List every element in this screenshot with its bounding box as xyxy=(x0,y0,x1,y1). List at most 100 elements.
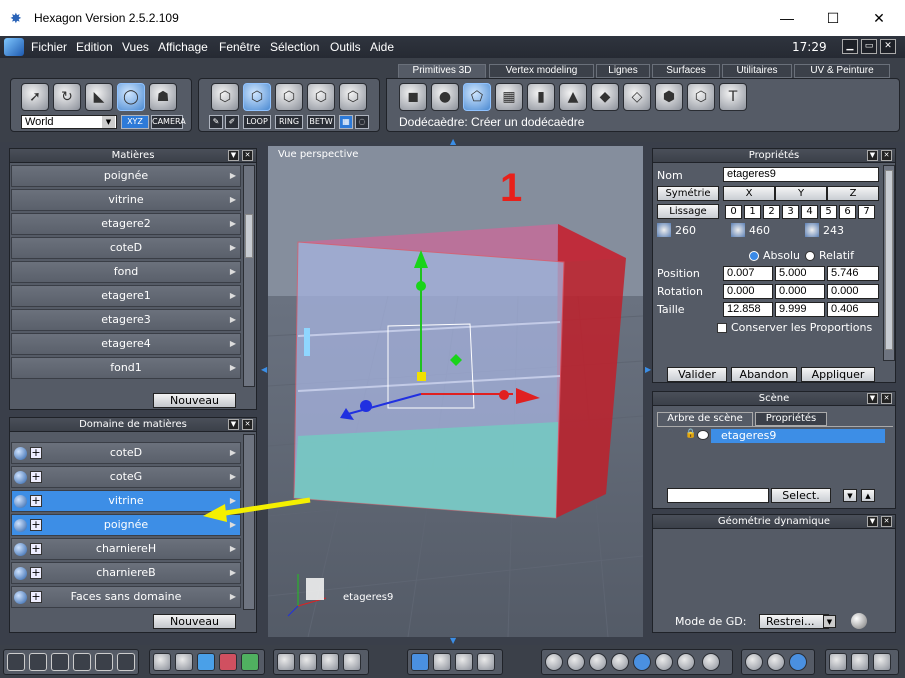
octahedron-primitive-icon[interactable]: ◇ xyxy=(623,83,651,111)
symetrie-button[interactable]: Symétrie xyxy=(657,186,719,201)
expand-arrow-icon[interactable]: ▶ xyxy=(230,286,236,306)
material-sphere-icon[interactable] xyxy=(14,447,27,460)
menu-fenetre[interactable]: Fenêtre xyxy=(219,40,260,54)
proprietes-scrollbar[interactable] xyxy=(883,165,895,361)
valider-button[interactable]: Valider xyxy=(667,367,727,382)
menu-vues[interactable]: Vues xyxy=(122,40,149,54)
expand-arrow-icon[interactable]: ▶ xyxy=(230,214,236,234)
minimize-button[interactable]: — xyxy=(764,0,810,36)
axis-icon[interactable] xyxy=(411,653,429,671)
matiere-item[interactable]: etagere2 ▶ xyxy=(11,213,241,235)
tab-uv-peinture[interactable]: UV & Peinture xyxy=(794,64,890,78)
cone-tool-icon[interactable]: ◣ xyxy=(85,83,113,111)
panel-close-icon[interactable]: ✕ xyxy=(881,393,892,404)
menu-aide[interactable]: Aide xyxy=(370,40,394,54)
tab-surfaces[interactable]: Surfaces xyxy=(652,64,720,78)
grid-red-icon[interactable] xyxy=(219,653,237,671)
material-sphere-icon[interactable] xyxy=(14,567,27,580)
absolu-radio[interactable] xyxy=(749,251,759,261)
expand-arrow-icon[interactable]: ▶ xyxy=(230,310,236,330)
add-icon[interactable]: + xyxy=(30,591,42,603)
brush-icon[interactable]: ✎ xyxy=(209,115,223,129)
rotate-icon[interactable]: ↻ xyxy=(53,83,81,111)
text-primitive-icon[interactable]: T xyxy=(719,83,747,111)
move-icon[interactable] xyxy=(433,653,451,671)
expand-arrow-icon[interactable]: ▶ xyxy=(230,443,236,463)
expand-arrow-icon[interactable]: ▶ xyxy=(230,467,236,487)
domaine-item[interactable]: + coteG ▶ xyxy=(11,466,241,488)
add-icon[interactable]: + xyxy=(30,447,42,459)
material-icon[interactable] xyxy=(175,653,193,671)
select-face-icon[interactable]: ⬡ xyxy=(243,83,271,111)
layout-split-icon[interactable] xyxy=(51,653,69,671)
maximize-button[interactable]: ☐ xyxy=(810,0,856,36)
matiere-item[interactable]: etagere1 ▶ xyxy=(11,285,241,307)
rotation-x-input[interactable]: 0.000 xyxy=(723,284,773,299)
ring-button[interactable]: RING xyxy=(275,115,303,129)
betw-button[interactable]: BETW xyxy=(307,115,335,129)
expand-arrow-icon[interactable]: ▶ xyxy=(230,262,236,282)
wire-shaded-sphere-icon[interactable] xyxy=(567,653,585,671)
3d-viewport[interactable]: Vue perspective etageres9 1 xyxy=(268,146,643,637)
symetrie-z-button[interactable]: Z xyxy=(827,186,879,201)
expand-arrow-icon[interactable]: ▶ xyxy=(230,238,236,258)
matiere-item[interactable]: coteD ▶ xyxy=(11,237,241,259)
grid-icon[interactable] xyxy=(153,653,171,671)
chevron-down-icon[interactable]: ▼ xyxy=(102,116,115,128)
scene-search-input[interactable] xyxy=(667,488,769,503)
smooth-sphere-icon[interactable] xyxy=(633,653,651,671)
layout-quad-icon[interactable] xyxy=(29,653,47,671)
taille-x-input[interactable]: 12.858 xyxy=(723,302,773,317)
domaine-item[interactable]: + charniereH ▶ xyxy=(11,538,241,560)
scale-icon[interactable] xyxy=(455,653,473,671)
expand-arrow-icon[interactable]: ▶ xyxy=(230,539,236,559)
rotation-y-input[interactable]: 0.000 xyxy=(775,284,825,299)
expand-arrow-icon[interactable]: ▶ xyxy=(230,166,236,186)
shadow-icon[interactable] xyxy=(767,653,785,671)
matieres-scrollbar[interactable] xyxy=(243,165,255,387)
select-button[interactable]: Select. xyxy=(771,488,831,503)
menu-outils[interactable]: Outils xyxy=(330,40,361,54)
splitter-right-icon[interactable]: ▶ xyxy=(645,365,651,395)
lissage-level-button[interactable]: 4 xyxy=(801,205,818,219)
tab-primitives-3d[interactable]: Primitives 3D xyxy=(398,64,486,78)
domaine-item[interactable]: + charniereB ▶ xyxy=(11,562,241,584)
close-button[interactable]: ✕ xyxy=(856,0,902,36)
splitter-bottom-icon[interactable]: ▼ xyxy=(450,636,456,645)
material-sphere-icon[interactable] xyxy=(14,591,27,604)
lissage-level-button[interactable]: 3 xyxy=(782,205,799,219)
menu-selection[interactable]: Sélection xyxy=(270,40,319,54)
position-x-input[interactable]: 0.007 xyxy=(723,266,773,281)
render-icon[interactable] xyxy=(873,653,891,671)
symetrie-y-button[interactable]: Y xyxy=(775,186,827,201)
icosahedron-primitive-icon[interactable]: ⬢ xyxy=(655,83,683,111)
tab-lignes[interactable]: Lignes xyxy=(596,64,650,78)
camera-button[interactable]: CAMERA xyxy=(151,115,186,129)
expand-arrow-icon[interactable]: ▶ xyxy=(230,334,236,354)
view-eye-icon[interactable] xyxy=(343,653,361,671)
lissage-button[interactable]: Lissage xyxy=(657,204,719,219)
conserver-checkbox[interactable] xyxy=(717,323,727,333)
zoom-icon[interactable] xyxy=(321,653,339,671)
select-object-icon[interactable]: ⬡ xyxy=(211,83,239,111)
grid-blue-icon[interactable] xyxy=(197,653,215,671)
scene-item[interactable]: etageres9 xyxy=(711,429,885,443)
new-domaine-button[interactable]: Nouveau xyxy=(153,614,236,629)
rotation-z-input[interactable]: 0.000 xyxy=(827,284,879,299)
mode-gd-select[interactable]: Restrei... xyxy=(759,614,829,629)
circle-select-icon[interactable]: ◌ xyxy=(355,115,369,129)
position-y-input[interactable]: 5.000 xyxy=(775,266,825,281)
gray-sphere-icon[interactable] xyxy=(677,653,695,671)
xyz-button[interactable]: XYZ xyxy=(121,115,149,129)
pan-icon[interactable] xyxy=(299,653,317,671)
select-mixed-icon[interactable]: ⬡ xyxy=(339,83,367,111)
box-display-icon[interactable] xyxy=(851,653,869,671)
cube-primitive-icon[interactable]: ◼ xyxy=(399,83,427,111)
select-edge-icon[interactable]: ⬡ xyxy=(275,83,303,111)
panel-menu-icon[interactable]: ▼ xyxy=(867,150,878,161)
menu-affichage[interactable]: Affichage xyxy=(158,40,208,54)
scrollbar-thumb[interactable] xyxy=(885,170,893,350)
lissage-level-button[interactable]: 1 xyxy=(744,205,761,219)
material-sphere-icon[interactable] xyxy=(14,543,27,556)
layout-triple-icon[interactable] xyxy=(73,653,91,671)
